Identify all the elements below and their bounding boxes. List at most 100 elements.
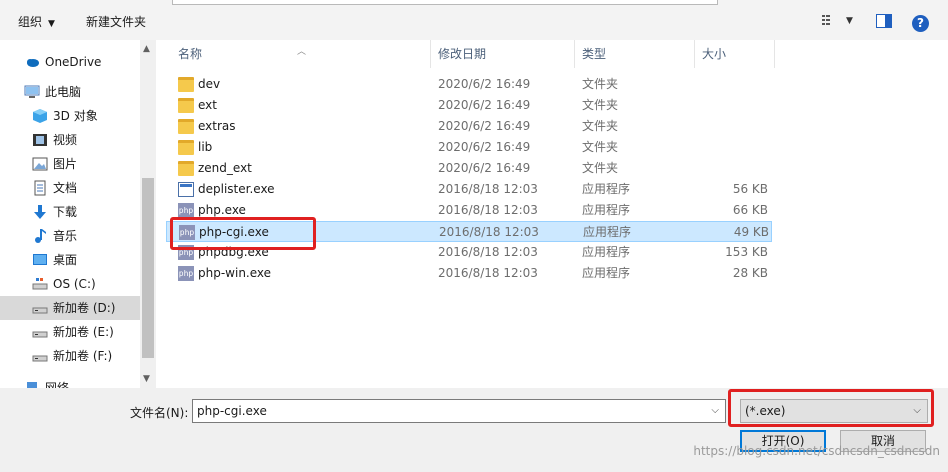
sidebar-item-label: 音乐 (53, 229, 78, 243)
sidebar-item-downloads[interactable]: 下载 (0, 200, 140, 224)
chevron-down-icon[interactable]: ⌵ (711, 400, 719, 422)
filename-input[interactable]: php-cgi.exe ⌵ (192, 399, 726, 423)
file-size: 28 KB (732, 266, 768, 280)
organize-button[interactable]: 组织 ▼ (18, 12, 55, 32)
file-size: 49 KB (733, 225, 769, 239)
document-icon (32, 180, 48, 196)
file-type: 应用程序 (583, 225, 632, 239)
file-type: 应用程序 (582, 266, 631, 280)
toolbar: 组织 ▼ 新建文件夹 ▼ ? (0, 0, 948, 40)
sidebar-item-music[interactable]: 音乐 (0, 224, 140, 248)
file-type: 应用程序 (582, 203, 631, 217)
sidebar-item-label: 3D 对象 (53, 109, 98, 123)
file-row[interactable]: php php-win.exe 2016/8/18 12:03 应用程序 28 … (166, 263, 772, 284)
file-row[interactable]: ext 2020/6/2 16:49 文件夹 (166, 95, 772, 116)
column-header-label: 名称 (178, 47, 203, 61)
address-bar-edge (172, 0, 718, 5)
sort-ascending-icon: ︿ (297, 47, 307, 57)
preview-pane-icon[interactable] (876, 14, 892, 28)
sidebar-item-label: 桌面 (53, 253, 78, 267)
file-name: zend_ext (198, 161, 252, 175)
folder-icon (178, 119, 194, 134)
file-name: extras (198, 119, 236, 133)
sidebar-item-documents[interactable]: 文档 (0, 176, 140, 200)
filename-value: php-cgi.exe (197, 404, 267, 418)
sidebar-item-3d-objects[interactable]: 3D 对象 (0, 104, 140, 128)
scroll-down-icon[interactable]: ▼ (143, 374, 150, 384)
file-date: 2016/8/18 12:03 (438, 203, 538, 217)
sidebar-item-drive-f[interactable]: 新加卷 (F:) (0, 344, 140, 368)
file-date: 2020/6/2 16:49 (438, 140, 531, 154)
help-icon[interactable]: ? (912, 15, 929, 32)
navigation-pane: OneDrive 此电脑 3D 对象 视频 图片 文档 下载 音乐 桌面 OS … (0, 40, 156, 388)
column-divider[interactable] (694, 40, 695, 68)
php-icon: php (178, 266, 194, 281)
sidebar-item-videos[interactable]: 视频 (0, 128, 140, 152)
sidebar-item-pictures[interactable]: 图片 (0, 152, 140, 176)
sidebar-item-drive-e[interactable]: 新加卷 (E:) (0, 320, 140, 344)
sidebar-item-network[interactable]: 网络 (0, 376, 140, 388)
cube-icon (32, 108, 48, 124)
cloud-icon (24, 54, 40, 70)
column-header-date[interactable]: 修改日期 (438, 40, 578, 68)
sidebar-item-label: 新加卷 (E:) (53, 325, 114, 339)
computer-icon (24, 84, 40, 100)
drive-icon (32, 300, 48, 316)
view-options-icon[interactable] (822, 14, 838, 28)
highlight-box-selected-file (170, 217, 316, 250)
sidebar-scrollbar-thumb[interactable] (142, 178, 154, 358)
sidebar-item-drive-d[interactable]: 新加卷 (D:) (0, 296, 140, 320)
drive-icon (32, 324, 48, 340)
file-name: lib (198, 140, 213, 154)
file-row[interactable]: extras 2020/6/2 16:49 文件夹 (166, 116, 772, 137)
file-list: ︿ 名称 修改日期 类型 大小 dev 2020/6/2 16:49 文件夹 e… (166, 40, 948, 388)
column-header-name[interactable]: ︿ 名称 (166, 40, 434, 68)
view-dropdown-icon[interactable]: ▼ (846, 16, 862, 30)
column-divider[interactable] (574, 40, 575, 68)
file-date: 2016/8/18 12:03 (438, 182, 538, 196)
file-type: 文件夹 (582, 119, 619, 133)
file-type: 应用程序 (582, 245, 631, 259)
organize-label: 组织 (18, 15, 43, 29)
file-row[interactable]: deplister.exe 2016/8/18 12:03 应用程序 56 KB (166, 179, 772, 200)
file-name: ext (198, 98, 217, 112)
sidebar-item-drive-c[interactable]: OS (C:) (0, 272, 140, 296)
sidebar-item-this-pc[interactable]: 此电脑 (0, 80, 140, 104)
column-header-label: 大小 (702, 47, 727, 61)
watermark: https://blog.csdn.net/csdncsdn_csdncsdn (693, 444, 940, 458)
file-size: 56 KB (732, 182, 768, 196)
drive-icon (32, 348, 48, 364)
file-row[interactable]: lib 2020/6/2 16:49 文件夹 (166, 137, 772, 158)
file-row[interactable]: zend_ext 2020/6/2 16:49 文件夹 (166, 158, 772, 179)
sidebar-item-label: 网络 (45, 381, 70, 388)
folder-icon (178, 98, 194, 113)
folder-icon (178, 140, 194, 155)
sidebar-item-label: 下载 (53, 205, 78, 219)
sidebar-item-onedrive[interactable]: OneDrive (0, 50, 140, 74)
file-name: php-win.exe (198, 266, 272, 280)
highlight-box-file-filter (728, 389, 934, 427)
file-date: 2016/8/18 12:03 (439, 225, 539, 239)
drive-icon (32, 276, 48, 292)
file-date: 2020/6/2 16:49 (438, 98, 531, 112)
sidebar-item-label: OneDrive (45, 55, 102, 69)
column-header-type[interactable]: 类型 (582, 40, 692, 68)
sidebar-item-desktop[interactable]: 桌面 (0, 248, 140, 272)
sidebar-item-label: 文档 (53, 181, 78, 195)
file-date: 2016/8/18 12:03 (438, 245, 538, 259)
chevron-down-icon: ▼ (48, 19, 55, 29)
sidebar-item-label: 新加卷 (D:) (53, 301, 116, 315)
picture-icon (32, 156, 48, 172)
php-icon: php (178, 203, 194, 218)
column-divider[interactable] (774, 40, 775, 68)
new-folder-button[interactable]: 新建文件夹 (86, 12, 146, 32)
file-size: 153 KB (725, 245, 768, 259)
file-type: 应用程序 (582, 182, 631, 196)
sidebar-item-label: OS (C:) (53, 277, 96, 291)
file-row[interactable]: dev 2020/6/2 16:49 文件夹 (166, 74, 772, 95)
network-icon (24, 380, 40, 388)
scroll-up-icon[interactable]: ▲ (143, 44, 150, 54)
column-header-size[interactable]: 大小 (702, 40, 772, 68)
column-divider[interactable] (430, 40, 431, 68)
new-folder-label: 新建文件夹 (86, 15, 147, 29)
